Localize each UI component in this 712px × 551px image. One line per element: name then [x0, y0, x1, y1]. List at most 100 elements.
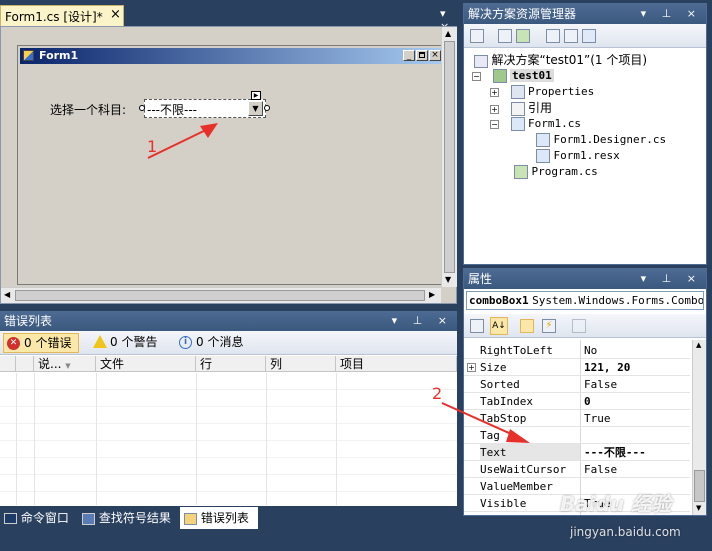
- categorized-icon[interactable]: [470, 319, 484, 333]
- property-row[interactable]: + Size 121, 20: [464, 359, 690, 376]
- col-column[interactable]: 列: [266, 356, 336, 372]
- tree-solution[interactable]: 解决方案“test01”(1 个项目): [474, 52, 647, 68]
- pane-buttons[interactable]: ▾ ⊥ ×: [641, 4, 702, 24]
- expand-icon[interactable]: +: [490, 104, 499, 114]
- form-title: Form1: [39, 49, 79, 62]
- property-pages-icon[interactable]: [572, 319, 586, 333]
- close-window-icon[interactable]: ×: [429, 50, 441, 61]
- object-type: System.Windows.Forms.Combo: [532, 294, 704, 307]
- col-blank[interactable]: [0, 356, 16, 372]
- error-list-titlebar: 错误列表 ▾ ⊥ ×: [0, 311, 457, 331]
- class-diagram-icon[interactable]: [582, 29, 596, 43]
- tab-command-window[interactable]: 命令窗口: [4, 507, 69, 529]
- tree-item[interactable]: − Form1.cs: [490, 116, 581, 132]
- pane-buttons[interactable]: ▾ ⊥ ×: [641, 269, 702, 289]
- smart-tag-icon[interactable]: ▶: [251, 91, 261, 100]
- show-all-files-icon[interactable]: [498, 29, 512, 43]
- solution-icon: [474, 54, 488, 68]
- watermark: Baidu 经验 jingyan.baidu.com: [540, 488, 710, 548]
- tab-find-symbol-results[interactable]: 查找符号结果: [82, 507, 171, 529]
- properties-titlebar: 属性 ▾ ⊥ ×: [464, 269, 706, 289]
- error-list-title: 错误列表: [4, 314, 53, 328]
- property-row[interactable]: UseWaitCursor False: [464, 461, 690, 478]
- warning-icon: [93, 335, 107, 348]
- collapse-icon[interactable]: −: [472, 71, 481, 81]
- sort-icon: ▼: [65, 362, 71, 370]
- tree-item[interactable]: + Properties: [490, 84, 594, 100]
- resx-file-icon: [536, 149, 550, 163]
- tree-item[interactable]: Program.cs: [514, 164, 598, 180]
- view-designer-icon[interactable]: [564, 29, 578, 43]
- watermark-logo-text: Baidu 经验: [560, 492, 672, 516]
- error-list-icon: [184, 512, 197, 525]
- warnings-filter-button[interactable]: 0 个警告: [90, 333, 170, 353]
- solution-tree: 解决方案“test01”(1 个项目) − test01 + Propertie…: [464, 50, 706, 264]
- property-row[interactable]: RightToLeft No: [464, 342, 690, 359]
- error-icon: ✕: [7, 337, 20, 350]
- expand-icon[interactable]: +: [490, 87, 499, 97]
- subject-combobox[interactable]: ---不限--- ▼: [144, 99, 266, 118]
- solution-explorer-toolbar: [464, 24, 706, 48]
- col-project[interactable]: 项目: [336, 356, 457, 372]
- designer-tab[interactable]: Form1.cs [设计]* ×: [0, 5, 124, 26]
- scroll-up-arrow[interactable]: ▲: [696, 341, 701, 349]
- form-app-icon: [23, 50, 34, 61]
- subject-label: 选择一个科目:: [50, 103, 127, 117]
- error-list-toolbar: ✕ 0 个错误 0 个警告 i 0 个消息: [0, 331, 457, 355]
- scroll-down-arrow[interactable]: ▼: [445, 275, 451, 284]
- scroll-left-arrow[interactable]: ◀: [4, 290, 10, 299]
- properties-icon[interactable]: [470, 29, 484, 43]
- alphabetical-icon[interactable]: A↓: [490, 317, 508, 335]
- design-surface: Form1 _ × 选择一个科目: ---不限--- ▼ ▶ ▲ ▼ ◀ ▶: [0, 26, 457, 304]
- scroll-up-arrow[interactable]: ▲: [445, 29, 451, 38]
- pane-buttons[interactable]: ▾ ⊥ ×: [392, 311, 453, 331]
- properties-folder-icon: [510, 85, 525, 99]
- resize-handle-left[interactable]: [139, 105, 145, 111]
- messages-filter-button[interactable]: i 0 个消息: [176, 333, 256, 353]
- close-icon[interactable]: ×: [110, 7, 121, 22]
- col-line[interactable]: 行: [196, 356, 266, 372]
- properties-title: 属性: [468, 272, 493, 286]
- find-symbol-icon: [82, 512, 95, 525]
- object-name: comboBox1: [469, 294, 529, 307]
- error-list-header: 说... ▼ 文件 行 列 项目: [0, 356, 457, 372]
- maximize-icon[interactable]: [416, 50, 428, 61]
- tree-item[interactable]: Form1.resx: [536, 148, 620, 164]
- col-blank-2[interactable]: [16, 356, 34, 372]
- tree-item[interactable]: Form1.Designer.cs: [536, 132, 666, 148]
- designer-hscrollbar[interactable]: ◀ ▶: [1, 287, 441, 303]
- property-row[interactable]: Sorted False: [464, 376, 690, 393]
- tree-item[interactable]: + 引用: [490, 100, 552, 116]
- annotation-label-2: 2: [432, 384, 443, 403]
- minimize-icon[interactable]: _: [403, 50, 415, 61]
- designer-vscrollbar[interactable]: ▲ ▼: [441, 27, 457, 287]
- warnings-count: 0 个警告: [110, 335, 158, 349]
- refresh-icon[interactable]: [516, 29, 530, 43]
- error-list-body: [0, 373, 457, 505]
- info-icon: i: [179, 336, 192, 349]
- errors-filter-button[interactable]: ✕ 0 个错误: [3, 333, 79, 353]
- tree-project[interactable]: − test01: [472, 68, 554, 84]
- expand-icon[interactable]: +: [467, 363, 476, 372]
- events-icon[interactable]: ⚡: [542, 319, 556, 333]
- object-selector[interactable]: comboBox1 System.Windows.Forms.Combo: [466, 291, 704, 310]
- properties-panel: 属性 ▾ ⊥ × comboBox1 System.Windows.Forms.…: [463, 268, 707, 516]
- solution-explorer-titlebar: 解决方案资源管理器 ▾ ⊥ ×: [464, 4, 706, 24]
- hscroll-thumb[interactable]: [15, 290, 425, 301]
- view-code-icon[interactable]: [546, 29, 560, 43]
- chevron-down-icon[interactable]: ▼: [248, 101, 263, 116]
- csharp-file-icon: [536, 133, 550, 147]
- solution-explorer-panel: 解决方案资源管理器 ▾ ⊥ × 解决方案“test01”(1 个项目) − te…: [463, 3, 707, 265]
- form-window[interactable]: Form1 _ × 选择一个科目: ---不限--- ▼ ▶: [17, 45, 444, 285]
- properties-view-icon[interactable]: [520, 319, 534, 333]
- collapse-icon[interactable]: −: [490, 119, 499, 129]
- col-file[interactable]: 文件: [96, 356, 196, 372]
- properties-toolbar: A↓ ⚡: [464, 314, 706, 338]
- annotation-arrow-2: [441, 402, 530, 443]
- col-description[interactable]: 说... ▼: [34, 356, 96, 372]
- resize-handle-right[interactable]: [264, 105, 270, 111]
- tab-error-list[interactable]: 错误列表: [180, 507, 258, 529]
- scroll-right-arrow[interactable]: ▶: [429, 290, 435, 299]
- scroll-thumb[interactable]: [444, 41, 455, 273]
- csharp-file-icon: [514, 165, 528, 179]
